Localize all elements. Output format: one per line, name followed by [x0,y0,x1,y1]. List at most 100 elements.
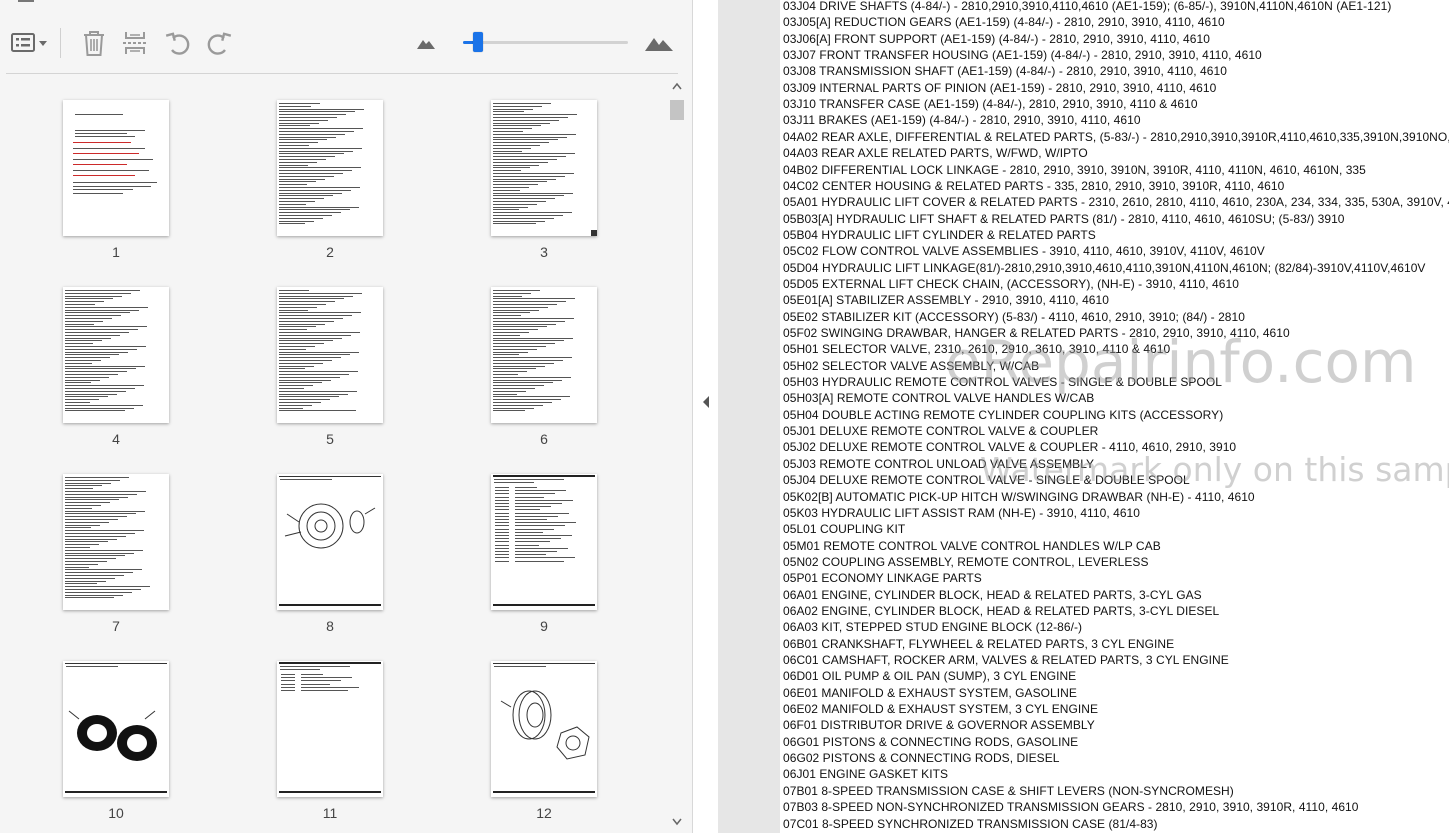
thumbnail-text-line [493,136,567,138]
thumbnail-text-line [279,139,327,141]
redo-button[interactable] [203,22,235,64]
chevron-left-icon[interactable] [701,395,711,409]
index-entry: 03J06[A] FRONT SUPPORT (AE1-159) (4-84/-… [783,31,1210,46]
thumbnail-text-line [515,525,565,527]
thumbnail-zoom-out-button[interactable] [414,22,438,64]
page-thumbnail[interactable] [491,287,597,423]
scroll-up-icon[interactable] [672,82,682,90]
thumbnail-text-line [493,326,547,328]
thumbnail-text-line [279,295,353,297]
page-thumbnail[interactable] [63,474,169,610]
thumbnail-text-line [279,173,343,174]
thumbnail-text-line [279,133,345,135]
thumbnail-text-line [515,499,573,501]
thumbnail-text-line [493,206,528,208]
thumbnail-text-line [65,323,94,325]
thumbnail-text-line [73,142,131,143]
thumbnail-text-line [493,357,572,359]
index-entry: 06A03 KIT, STEPPED STUD ENGINE BLOCK (12… [783,620,1083,635]
thumbnail-text-line [279,309,308,311]
thumbnail-text-line [301,674,323,675]
panel-collapse-strip[interactable] [694,0,718,833]
thumbnail-text-line [73,185,151,187]
thumbnail-text-line [495,528,509,530]
thumbnail-text-line [65,315,121,317]
thumbnail-text-line [65,558,116,560]
thumbnail-text-line [65,376,109,378]
index-entry: 06A01 ENGINE, CYLINDER BLOCK, HEAD & REL… [783,587,1202,602]
slider-handle[interactable] [473,32,484,52]
thumbnail-text-line [495,551,509,552]
page-thumbnail[interactable] [63,661,169,797]
thumbnail-text-line [515,541,550,543]
thumbnail-options-button[interactable] [6,22,52,64]
thumbnail-text-line [281,677,295,679]
extract-pages-button[interactable] [118,22,152,64]
index-entry: 05B03[A] HYDRAULIC LIFT SHAFT & RELATED … [783,211,1345,226]
thumbnail-text-line [279,410,356,412]
index-entry: 05H03 HYDRAULIC REMOTE CONTROL VALVES - … [783,375,1222,390]
thumbnail-text-line [493,133,576,135]
thumbnail-text-line [493,295,522,297]
thumbnail-text-line [279,122,319,124]
thumbnail-text-line [279,215,332,216]
thumbnail-zoom-slider[interactable] [455,22,635,64]
thumbnail-text-line [515,551,557,552]
thumbnail-text-line [65,348,137,350]
thumbnail-text-line [65,393,117,395]
page-thumbnail[interactable] [277,287,383,423]
index-entry: 06G01 PISTONS & CONNECTING RODS, GASOLIN… [783,734,1079,749]
page-thumbnail[interactable] [277,661,383,797]
undo-button[interactable] [162,22,194,64]
thumbnail-text-line [515,506,551,508]
page-thumbnail[interactable] [491,661,597,797]
delete-pages-button[interactable] [78,22,110,64]
thumbnail-text-line [279,343,324,345]
mountain-large-icon [645,38,673,51]
scroll-down-icon[interactable] [672,818,682,826]
thumbnail-text-line [301,680,341,682]
thumbnail-zoom-in-button[interactable] [642,22,676,64]
thumbnail-text-line [65,597,114,599]
thumbnail-text-line [73,158,153,160]
thumbnail-text-line [279,312,361,314]
thumbnail-text-line [279,161,317,163]
thumbnail-text-line [495,512,509,514]
thumbnail-text-line [65,555,125,557]
thumbnail-text-line [279,131,354,132]
page-thumbnail[interactable] [63,287,169,423]
thumbnail-text-line [301,686,359,688]
index-entry: 03J09 INTERNAL PARTS OF PINION (AE1-159)… [783,80,1217,95]
page-thumbnail[interactable] [63,100,169,236]
thumbnail-text-line [75,114,123,115]
thumbnail-text-line [279,371,358,373]
thumbnail-text-line [493,215,563,216]
thumbnail-text-line [65,580,106,582]
thumbnail-text-line [65,385,144,387]
page-thumbnail[interactable] [491,100,597,236]
thumbnail-text-line [65,402,90,403]
thumbnail-text-line [495,538,509,540]
index-entry: 03J07 FRONT TRANSFER HOUSING (AE1-159) (… [783,48,1262,63]
thumbnail-text-line [65,530,144,532]
thumbnail-text-line [65,507,92,509]
thumbnail-text-line [279,147,362,149]
thumbnail-text-line [493,348,537,350]
thumbnail-text-line [493,290,540,291]
thumbnail-text-line [493,212,572,214]
thumbnail-text-line [494,479,564,480]
page-thumbnail[interactable] [491,474,597,610]
index-entry: 05J01 DELUXE REMOTE CONTROL VALVE & COUP… [783,424,1099,439]
thumbnail-text-line [279,368,305,370]
thumbnail-scrollbar[interactable] [668,80,686,833]
thumbnail-text-line [493,195,564,197]
thumbnail-text-line [65,357,110,359]
thumbnail-text-line [493,181,547,183]
page-thumbnail[interactable] [277,100,383,236]
page-thumbnail[interactable] [277,474,383,610]
thumbnail-text-line [493,125,541,127]
thumbnail-text-line [279,192,342,194]
scrollbar-thumb[interactable] [670,100,684,120]
thumbnail-text-line [281,690,295,691]
top-menu-icon[interactable] [18,0,34,4]
